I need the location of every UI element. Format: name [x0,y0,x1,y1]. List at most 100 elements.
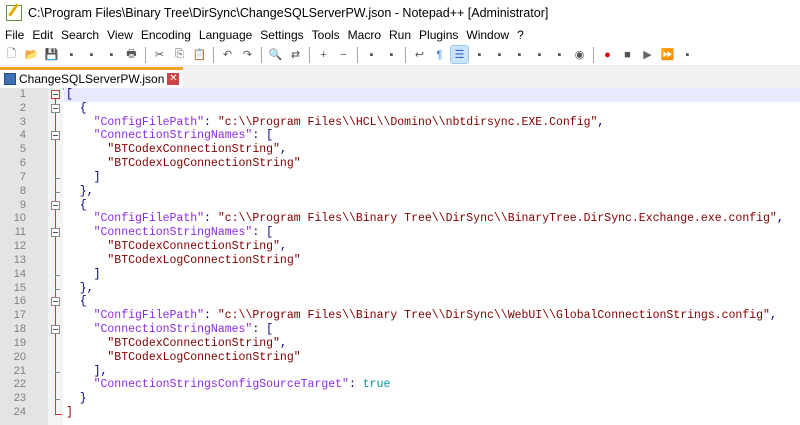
fold-toggle-icon[interactable] [50,226,61,241]
code-line[interactable]: 10 "ConfigFilePath": "c:\\Program Files\… [0,212,800,227]
fold-toggle-icon[interactable] [50,88,61,102]
run-macro-multiple-button[interactable]: ⏩ [659,46,676,63]
fold-line [50,115,61,130]
new-button[interactable]: 🗋 [3,46,20,63]
copy-button[interactable]: ⎘ [171,46,188,63]
paste-button[interactable]: 📋 [191,46,208,63]
menu-settings[interactable]: Settings [259,28,310,42]
json-punctuation: , [597,115,605,129]
menu-language[interactable]: Language [198,28,259,42]
fold-line [50,392,61,407]
print-button[interactable]: 🖶 [123,46,140,63]
code-line[interactable]: 22 "ConnectionStringsConfigSourceTarget"… [0,378,800,393]
code-line[interactable]: 19 "BTCodexConnectionString", [0,336,800,351]
toolbar-separator [593,46,594,63]
save-macro-button[interactable]: ▪ [679,46,696,63]
json-punctuation: { [66,198,87,212]
menu-run[interactable]: Run [388,28,418,42]
zoom-out-button[interactable]: − [335,46,352,63]
save-all-button[interactable]: ▪ [63,46,80,63]
code-line[interactable]: 21 ], [0,364,800,379]
save-button[interactable]: 💾 [43,46,60,63]
code-line[interactable]: 7 ] [0,170,800,185]
menu-macro[interactable]: Macro [347,28,388,42]
menu-plugins[interactable]: Plugins [418,28,465,42]
code-line[interactable]: 12 "BTCodexConnectionString", [0,240,800,255]
fold-toggle-icon[interactable] [50,323,61,338]
fold-line [50,309,61,324]
menu-encoding[interactable]: Encoding [140,28,198,42]
code-line[interactable]: 24] [0,406,800,420]
show-all-chars-button[interactable]: ¶ [431,46,448,63]
toolbar-separator [309,46,310,63]
json-punctuation: : [204,115,218,129]
open-button[interactable]: 📂 [23,46,40,63]
close-all-button[interactable]: ▪ [103,46,120,63]
json-punctuation: , [776,212,784,226]
sync-v-button[interactable]: ▪ [363,46,380,63]
code-line[interactable]: 14 ] [0,267,800,282]
fold-toggle-icon[interactable] [50,295,61,310]
code-line[interactable]: 17 "ConfigFilePath": "c:\\Program Files\… [0,309,800,324]
code-line[interactable]: 1[ [0,88,800,102]
code-line[interactable]: 15 }, [0,281,800,296]
code-line[interactable]: 6 "BTCodexLogConnectionString" [0,157,800,172]
redo-button[interactable]: ↷ [239,46,256,63]
folder-workspace-button[interactable]: ▪ [551,46,568,63]
menu-file[interactable]: File [4,28,31,42]
code-line[interactable]: 9 { [0,198,800,213]
undo-button[interactable]: ↶ [219,46,236,63]
code-line[interactable]: 5 "BTCodexConnectionString", [0,143,800,158]
code-line[interactable]: 8 }, [0,184,800,199]
code-text: "BTCodexLogConnectionString" [64,157,800,171]
zoom-in-button[interactable]: + [315,46,332,63]
tab-changesqlserverpw-json[interactable]: ChangeSQLServerPW.json ✕ [0,67,184,88]
close-tab-icon[interactable]: ✕ [167,73,180,85]
doc-list-button[interactable]: ▪ [511,46,528,63]
fold-toggle-icon[interactable] [50,101,61,116]
indent-guide-button[interactable]: ☰ [450,45,469,64]
code-line[interactable]: 2 { [0,101,800,116]
code-line[interactable]: 18 "ConnectionStringNames": [ [0,323,800,338]
function-list-button[interactable]: ▪ [531,46,548,63]
word-wrap-button[interactable]: ↩ [411,46,428,63]
play-macro-button[interactable]: ▶ [639,46,656,63]
code-text: "ConfigFilePath": "c:\\Program Files\\HC… [64,116,800,130]
cut-button[interactable]: ✂ [151,46,168,63]
udl-button[interactable]: ▪ [471,46,488,63]
close-button[interactable]: ▪ [83,46,100,63]
fold-toggle-icon[interactable] [50,129,61,144]
menu-tools[interactable]: Tools [311,28,347,42]
sync-h-button[interactable]: ▪ [383,46,400,63]
json-punctuation: , [279,143,287,157]
code-editor[interactable]: 1[2 {3 "ConfigFilePath": "c:\\Program Fi… [0,88,800,425]
fold-line [50,240,61,255]
monitor-button[interactable]: ◉ [571,46,588,63]
stop-record-button[interactable]: ■ [619,46,636,63]
replace-button[interactable]: ⇄ [287,46,304,63]
code-line[interactable]: 16 { [0,295,800,310]
menu-edit[interactable]: Edit [31,28,60,42]
menu-view[interactable]: View [106,28,140,42]
code-line[interactable]: 11 "ConnectionStringNames": [ [0,226,800,241]
fold-line [50,212,61,227]
fold-toggle-icon[interactable] [50,198,61,213]
menu-search[interactable]: Search [60,28,106,42]
code-line[interactable]: 23 } [0,392,800,407]
fold-line [50,170,61,185]
code-line[interactable]: 20 "BTCodexLogConnectionString" [0,350,800,365]
menu-window[interactable]: Window [465,28,516,42]
code-text: }, [64,185,800,199]
line-number: 12 [13,240,26,253]
line-number: 6 [19,157,26,170]
code-line[interactable]: 4 "ConnectionStringNames": [ [0,129,800,144]
doc-map-button[interactable]: ▪ [491,46,508,63]
record-macro-button[interactable]: ● [599,46,616,63]
menu-help[interactable]: ? [516,28,531,42]
json-punctuation: : [ [252,226,274,240]
line-number: 17 [13,309,26,322]
code-line[interactable]: 3 "ConfigFilePath": "c:\\Program Files\\… [0,115,800,130]
code-line[interactable]: 13 "BTCodexLogConnectionString" [0,253,800,268]
fold-line [50,406,62,420]
find-button[interactable]: 🔍 [267,46,284,63]
